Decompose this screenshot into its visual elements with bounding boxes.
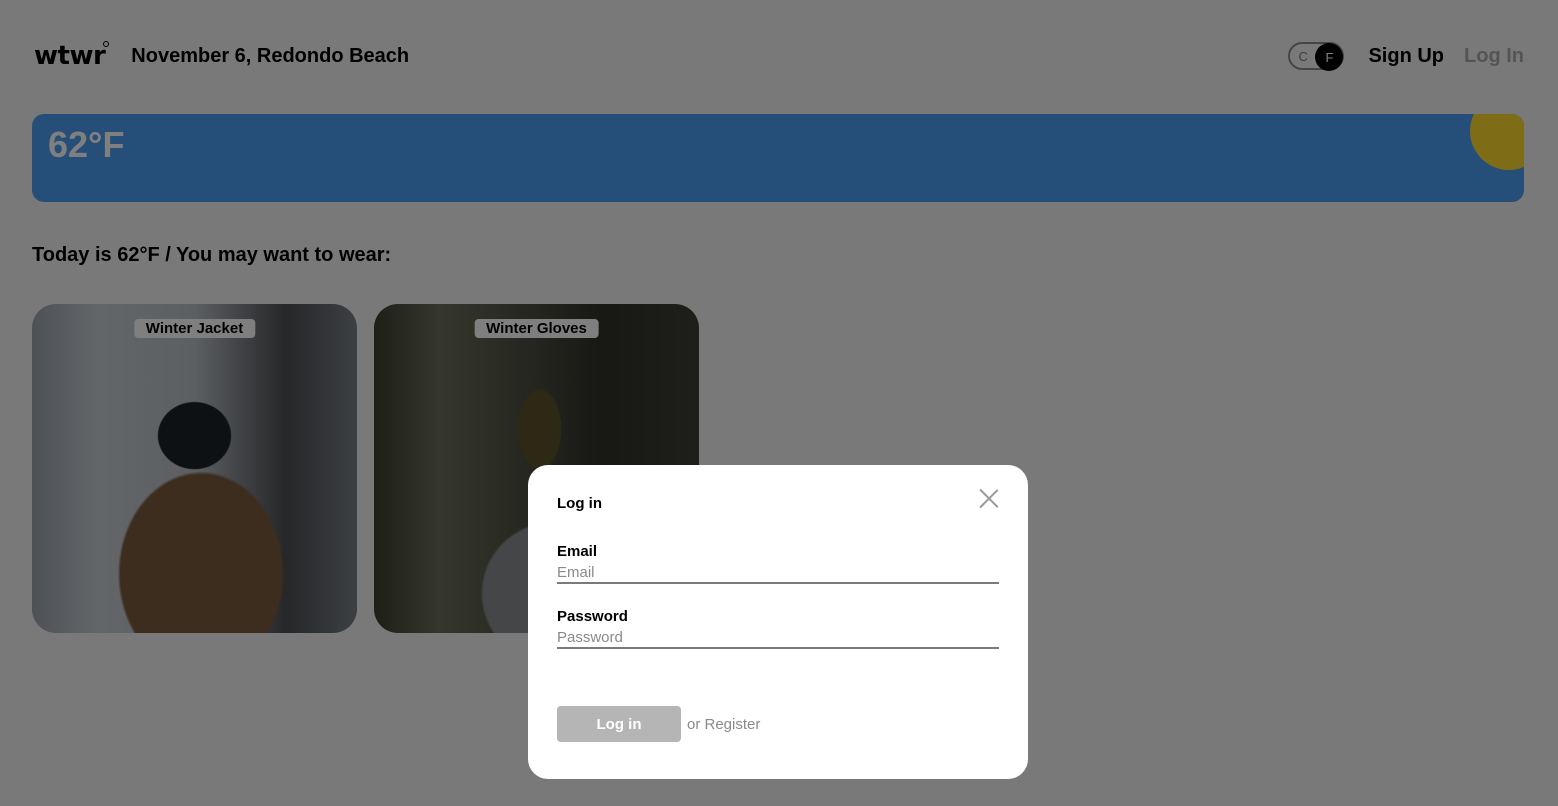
login-modal: Log in Email Password Log in or Register [528, 465, 1028, 779]
email-field[interactable] [557, 560, 999, 584]
login-submit-button[interactable]: Log in [557, 706, 681, 742]
register-link[interactable]: or Register [687, 716, 760, 733]
password-field[interactable] [557, 625, 999, 649]
password-label: Password [557, 608, 628, 625]
close-icon[interactable] [978, 487, 1000, 509]
modal-actions: Log in or Register [557, 706, 760, 742]
modal-title: Log in [557, 495, 602, 512]
email-label: Email [557, 543, 598, 560]
